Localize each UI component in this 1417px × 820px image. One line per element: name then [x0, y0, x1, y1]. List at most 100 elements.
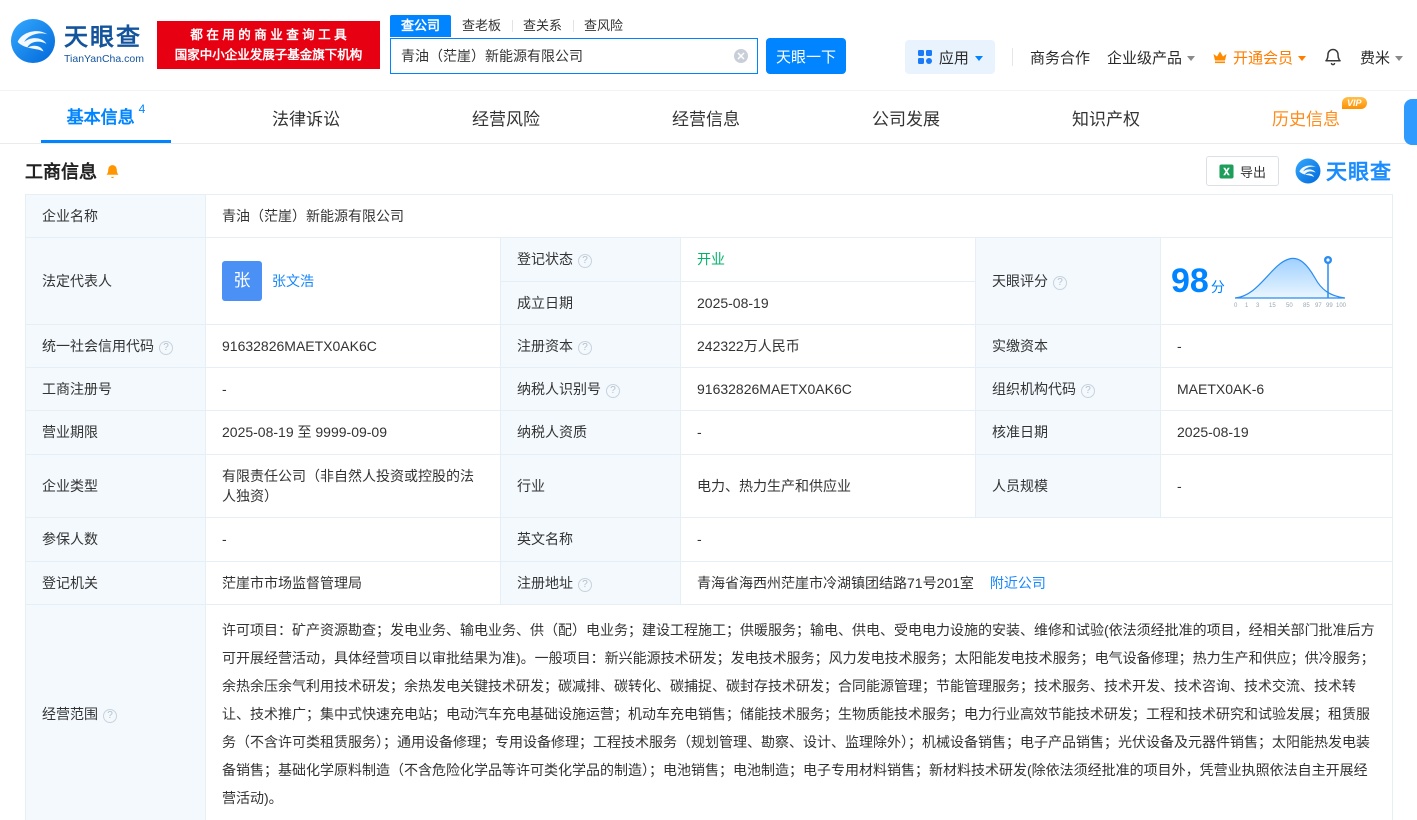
enterprise-label: 企业级产品 [1107, 47, 1182, 68]
field-value-english-name: - [681, 518, 1393, 561]
section-title: 工商信息 [25, 158, 97, 184]
row-company-name: 企业名称 青油（茫崖）新能源有限公司 [26, 195, 1393, 238]
svg-text:0: 0 [1234, 303, 1238, 309]
search-input-wrap [390, 38, 758, 74]
divider [1012, 48, 1013, 66]
tab-history-info[interactable]: 历史信息 VIP [1206, 91, 1406, 143]
field-value-staff-size: - [1161, 454, 1393, 518]
search-button[interactable]: 天眼一下 [766, 38, 846, 74]
nav-open-vip[interactable]: 开通会员 [1212, 47, 1306, 68]
tianyancha-logo[interactable]: 天眼查 TianYanCha.com [10, 17, 144, 65]
chevron-down-icon [1395, 56, 1403, 61]
crown-icon [1212, 50, 1228, 64]
field-value-registry: 茫崖市市场监督管理局 [206, 561, 501, 604]
field-label-reg-capital: 注册资本 [501, 324, 681, 367]
business-info-table: 企业名称 青油（茫崖）新能源有限公司 法定代表人 张 张文浩 登记状态 开业 天… [25, 194, 1393, 820]
export-button[interactable]: 导出 [1206, 156, 1279, 186]
field-label-org-code: 组织机构代码 [976, 368, 1161, 411]
search-tab-relation[interactable]: 查关系 [512, 15, 573, 37]
section-right: 导出 天眼查 [1206, 156, 1392, 186]
legal-rep-link[interactable]: 张文浩 [272, 271, 314, 291]
chevron-down-icon [1298, 56, 1306, 61]
field-label-staff-size: 人员规模 [976, 454, 1161, 518]
tab-count: 4 [139, 102, 146, 116]
field-label-registry: 登记机关 [26, 561, 206, 604]
row-legal-rep: 法定代表人 张 张文浩 登记状态 开业 天眼评分 98 分 [26, 238, 1393, 281]
tab-intellectual-property[interactable]: 知识产权 [1006, 91, 1206, 143]
watermark-text: 天眼查 [1326, 156, 1392, 186]
nav-user[interactable]: 费米 [1360, 47, 1403, 68]
field-label-taxpayer-id: 纳税人识别号 [501, 368, 681, 411]
search-tab-company[interactable]: 查公司 [390, 15, 451, 37]
top-header: 天眼查 TianYanCha.com 都 在 用 的 商 业 查 询 工 具 国… [0, 0, 1417, 90]
floating-sidebar-tab[interactable] [1404, 99, 1417, 145]
field-value-insured: - [206, 518, 501, 561]
row-insured: 参保人数 - 英文名称 - [26, 518, 1393, 561]
vip-label: 开通会员 [1233, 47, 1293, 68]
search-tab-boss[interactable]: 查老板 [451, 15, 512, 37]
subscribe-bell-icon[interactable] [104, 163, 121, 180]
search-block: 查公司 查老板 查关系 查风险 天眼一下 [390, 15, 846, 74]
field-label-scope: 经营范围 [26, 604, 206, 820]
field-value-scope: 许可项目：矿产资源勘查；发电业务、输电业务、供（配）电业务；建设工程施工；供暖服… [206, 604, 1393, 820]
tab-operating-info[interactable]: 经营信息 [606, 91, 806, 143]
tianyancha-logo-icon [10, 18, 56, 64]
field-label-reg-status: 登记状态 [501, 238, 681, 281]
search-tab-risk[interactable]: 查风险 [573, 15, 634, 37]
svg-text:50: 50 [1286, 303, 1293, 309]
field-value-reg-no: - [206, 368, 501, 411]
search-tabs: 查公司 查老板 查关系 查风险 [390, 15, 846, 37]
svg-text:15: 15 [1269, 303, 1276, 309]
field-label-paid-capital: 实缴资本 [976, 324, 1161, 367]
search-input[interactable] [401, 48, 727, 64]
username: 费米 [1360, 47, 1390, 68]
tab-label: 知识产权 [1072, 105, 1140, 130]
section-head: 工商信息 导出 天眼查 [0, 148, 1417, 194]
field-label-company-name: 企业名称 [26, 195, 206, 238]
tab-label: 公司发展 [872, 105, 940, 130]
help-icon[interactable] [578, 578, 592, 592]
slogan-banner: 都 在 用 的 商 业 查 询 工 具 国家中小企业发展子基金旗下机构 [157, 21, 380, 69]
nav-cooperation[interactable]: 商务合作 [1030, 47, 1090, 68]
status-badge: 开业 [697, 251, 725, 267]
tab-legal-proceedings[interactable]: 法律诉讼 [206, 91, 406, 143]
help-icon[interactable] [159, 341, 173, 355]
apps-menu[interactable]: 应用 [905, 40, 995, 74]
nearby-companies-link[interactable]: 附近公司 [990, 575, 1046, 591]
vip-badge: VIP [1342, 97, 1367, 109]
score-number: 98 [1171, 264, 1209, 298]
field-label-taxpayer-qual: 纳税人资质 [501, 411, 681, 454]
field-label-legal-rep: 法定代表人 [26, 238, 206, 325]
tab-label: 经营风险 [472, 105, 540, 130]
tab-label: 基本信息 [67, 103, 135, 128]
cooperation-label: 商务合作 [1030, 47, 1090, 68]
field-value-org-code: MAETX0AK-6 [1161, 368, 1393, 411]
score-widget[interactable]: 98 分 0 1 3 15 50 [1171, 252, 1382, 310]
clear-icon[interactable] [733, 48, 749, 64]
legal-rep-avatar[interactable]: 张 [222, 261, 262, 301]
svg-text:1: 1 [1245, 303, 1249, 309]
score-unit: 分 [1211, 277, 1225, 297]
notification-bell-icon[interactable] [1323, 47, 1343, 67]
tab-basic-info[interactable]: 基本信息 4 [6, 91, 206, 143]
field-value-credit-code: 91632826MAETX0AK6C [206, 324, 501, 367]
apps-label: 应用 [939, 47, 969, 68]
chevron-down-icon [975, 56, 983, 61]
help-icon[interactable] [578, 254, 592, 268]
help-icon[interactable] [103, 709, 117, 723]
nav-enterprise-products[interactable]: 企业级产品 [1107, 47, 1195, 68]
field-label-english-name: 英文名称 [501, 518, 681, 561]
help-icon[interactable] [1053, 276, 1067, 290]
tianyancha-logo-icon [1295, 158, 1321, 184]
field-label-credit-code: 统一社会信用代码 [26, 324, 206, 367]
tab-label: 经营信息 [672, 105, 740, 130]
tab-label: 法律诉讼 [272, 105, 340, 130]
help-icon[interactable] [1081, 384, 1095, 398]
field-value-taxpayer-id: 91632826MAETX0AK6C [681, 368, 976, 411]
field-value-address: 青海省海西州茫崖市冷湖镇团结路71号201室 附近公司 [681, 561, 1393, 604]
help-icon[interactable] [606, 384, 620, 398]
tab-company-development[interactable]: 公司发展 [806, 91, 1006, 143]
help-icon[interactable] [578, 341, 592, 355]
field-label-reg-no: 工商注册号 [26, 368, 206, 411]
tab-operating-risk[interactable]: 经营风险 [406, 91, 606, 143]
